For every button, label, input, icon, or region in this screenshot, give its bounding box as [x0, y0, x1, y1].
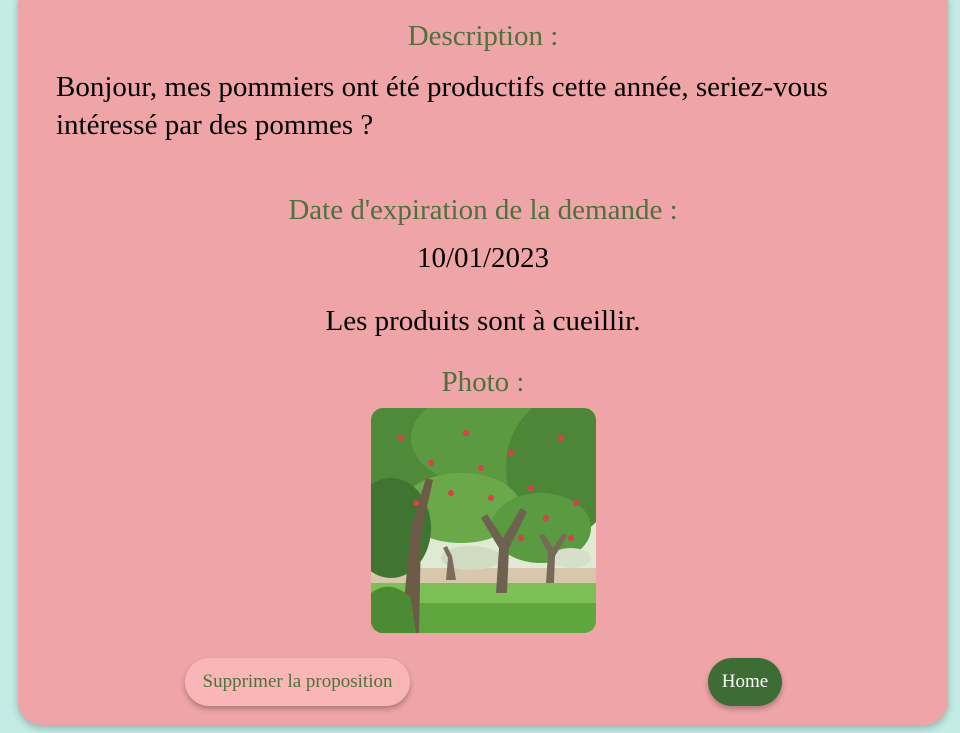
- apple-orchard-photo: [371, 408, 596, 633]
- harvest-note: Les produits sont à cueillir.: [325, 305, 641, 337]
- expiration-heading: Date d'expiration de la demande :: [288, 194, 678, 226]
- description-text: Bonjour, mes pommiers ont été productifs…: [56, 71, 828, 141]
- expiration-date: 10/01/2023: [416, 242, 550, 274]
- delete-proposal-button[interactable]: Supprimer la proposition: [185, 658, 410, 706]
- home-button[interactable]: Home: [708, 658, 782, 706]
- proposal-card: Description : Bonjour, mes pommiers ont …: [18, 0, 948, 725]
- description-heading: Description :: [407, 20, 559, 52]
- photo-heading: Photo :: [441, 366, 525, 398]
